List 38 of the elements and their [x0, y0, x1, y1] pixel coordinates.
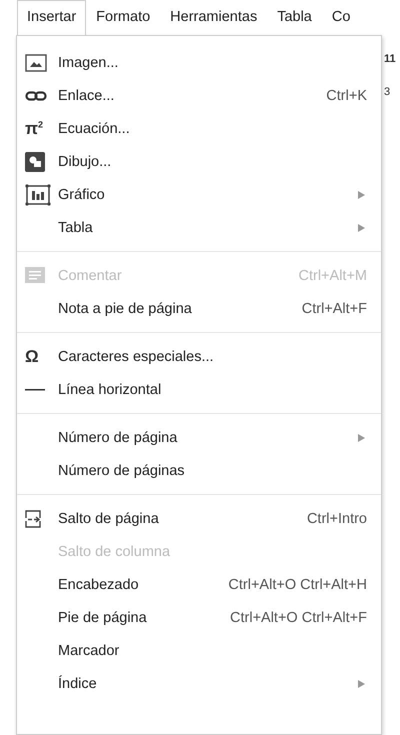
menu-tab[interactable]: Herramientas	[160, 0, 268, 35]
shortcut-text: Ctrl+Alt+F	[302, 300, 367, 316]
menu-item[interactable]: Ω Caracteres especiales...	[17, 340, 381, 373]
menu-item[interactable]: Encabezado Ctrl+Alt+O Ctrl+Alt+H	[17, 568, 381, 601]
shortcut-text: Ctrl+Alt+O Ctrl+Alt+F	[230, 610, 367, 626]
link-icon	[25, 90, 47, 100]
chart-icon	[25, 184, 51, 206]
menu-item[interactable]: Índice	[17, 667, 381, 700]
menu-item[interactable]: Enlace... Ctrl+K	[17, 79, 381, 112]
menu-item[interactable]: Tabla	[17, 211, 381, 244]
symbol-icon: Ω	[25, 348, 39, 365]
menu-item[interactable]: Gráfico	[17, 178, 381, 211]
shortcut-text: Ctrl+Alt+M	[298, 268, 367, 284]
comment-icon	[25, 266, 45, 284]
page-break-icon	[25, 510, 43, 528]
menu-item[interactable]: Pie de página Ctrl+Alt+O Ctrl+Alt+F	[17, 601, 381, 634]
menu-item[interactable]: Número de página	[17, 421, 381, 454]
menu-item[interactable]: Imagen...	[17, 46, 381, 79]
shortcut-text: Ctrl+K	[326, 88, 367, 104]
shortcut-text: Ctrl+Intro	[306, 510, 367, 526]
symbol-icon: π$^{2}$	[25, 120, 44, 137]
menu-item[interactable]: Salto de página Ctrl+Intro	[17, 502, 381, 535]
toolbar-text: 11	[384, 53, 396, 65]
image-icon	[25, 54, 47, 72]
menu-item[interactable]: Nota a pie de página Ctrl+Alt+F	[17, 292, 381, 325]
toolbar-text: 3	[384, 86, 392, 98]
shortcut-text: Ctrl+Alt+O Ctrl+Alt+H	[228, 576, 367, 592]
menu-item[interactable]: Línea horizontal	[17, 373, 381, 406]
menu-item[interactable]: Marcador	[17, 634, 381, 667]
menu-item[interactable]: Dibujo...	[17, 145, 381, 178]
menu-tab[interactable]: Formato	[86, 0, 160, 35]
horizontal-line-icon	[25, 388, 45, 390]
menu-item[interactable]: Número de páginas	[17, 454, 381, 487]
menu-tab[interactable]: Insertar	[17, 0, 86, 35]
shapes-icon	[25, 152, 45, 172]
menu-tab[interactable]: Co	[322, 0, 360, 35]
menu-tab[interactable]: Tabla	[267, 0, 322, 35]
menu-item[interactable]: π$^{2}$ Ecuación...	[17, 112, 381, 145]
